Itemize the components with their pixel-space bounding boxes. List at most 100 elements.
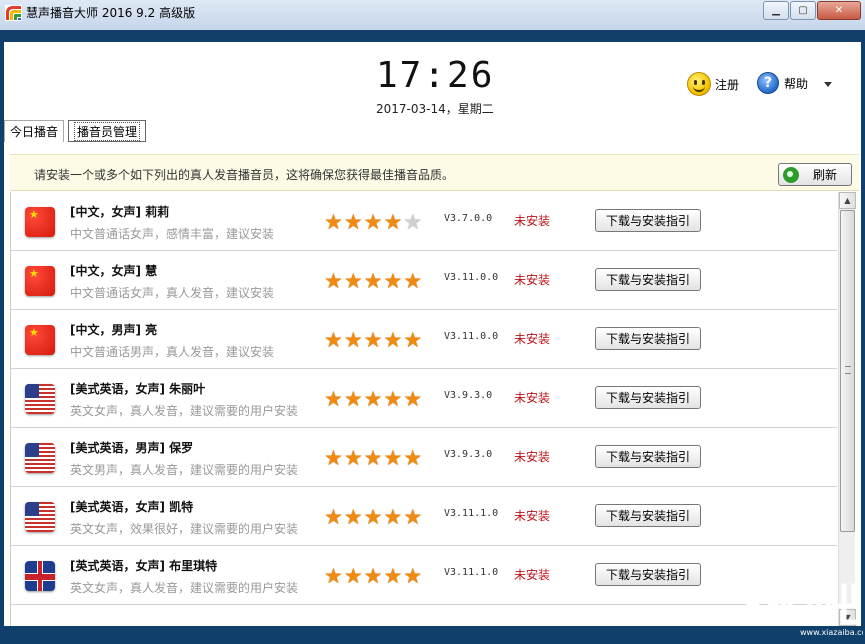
- voice-row: [英式英语，女声] 布里琪特 英文女声，真人发音，建议需要的用户安装 ★★★★★…: [11, 546, 837, 605]
- star-icon: ★: [383, 507, 402, 527]
- rating-stars: ★★★★★: [324, 389, 423, 409]
- voice-name: [中文，女声] 莉莉: [70, 203, 169, 220]
- clock-time: 17:26: [376, 56, 494, 96]
- usa-flag-icon: [25, 502, 55, 532]
- download-guide-button[interactable]: 下载与安装指引: [595, 209, 701, 232]
- star-icon: ★: [383, 566, 402, 586]
- star-icon: ★: [383, 448, 402, 468]
- china-flag-icon: [25, 266, 55, 296]
- voice-version: V3.11.0.0: [444, 331, 498, 342]
- china-flag-icon: [25, 207, 55, 237]
- star-icon: ★: [324, 212, 343, 232]
- star-icon: ★: [344, 271, 363, 291]
- tab-announcer-management[interactable]: 播音员管理: [68, 120, 146, 142]
- app-logo-icon: [5, 5, 22, 21]
- star-icon: ★: [364, 330, 383, 350]
- register-label: 注册: [715, 76, 739, 93]
- rating-stars: ★★★★★: [324, 330, 423, 350]
- china-flag-icon: [25, 325, 55, 355]
- star-icon: ★: [324, 507, 343, 527]
- download-guide-button[interactable]: 下载与安装指引: [595, 445, 701, 468]
- voice-row: [美式英语，女声] 凯特 英文女声，效果很好，建议需要的用户安装 ★★★★★ V…: [11, 487, 837, 546]
- rating-stars: ★★★★★: [324, 507, 423, 527]
- maximize-icon: ▢: [798, 5, 807, 16]
- voice-list: [中文，女声] 莉莉 中文普通话女声，感情丰富，建议安装 ★★★★★ V3.7.…: [10, 192, 837, 626]
- usa-flag-icon: [25, 443, 55, 473]
- download-guide-button[interactable]: 下载与安装指引: [595, 327, 701, 350]
- star-icon: ★: [344, 566, 363, 586]
- download-guide-button[interactable]: 下载与安装指引: [595, 386, 701, 409]
- star-icon: ★: [344, 330, 363, 350]
- maximize-button[interactable]: ▢: [790, 1, 816, 20]
- star-icon: ★: [403, 271, 422, 291]
- install-status: 未安装: [514, 389, 550, 406]
- voice-description: 英文男声，真人发音，建议需要的用户安装: [70, 461, 298, 478]
- voice-name: [中文，男声] 亮: [70, 321, 157, 338]
- star-icon: ★: [364, 507, 383, 527]
- watermark-url: www.xiazaiba.com: [800, 628, 863, 637]
- voice-row: [中文，男声] 亮 中文普通话男声，真人发音，建议安装 ★★★★★ V3.11.…: [11, 310, 837, 369]
- install-status: 未安装: [514, 212, 550, 229]
- help-label: 帮助: [784, 75, 808, 92]
- voice-description: 英文女声，效果很好，建议需要的用户安装: [70, 520, 298, 537]
- star-icon: ★: [324, 448, 343, 468]
- star-icon: ★: [344, 448, 363, 468]
- download-guide-button[interactable]: 下载与安装指引: [595, 504, 701, 527]
- usa-flag-icon: [25, 384, 55, 414]
- star-icon: ★: [383, 212, 402, 232]
- star-icon: ★: [403, 507, 422, 527]
- tab-bar: 今日播音 播音员管理: [4, 120, 150, 144]
- help-button[interactable]: ? 帮助: [757, 72, 808, 94]
- smiley-icon: [687, 72, 711, 96]
- refresh-label: 刷新: [813, 166, 837, 183]
- close-button[interactable]: ✕: [817, 1, 861, 20]
- chevron-down-icon[interactable]: [824, 82, 832, 87]
- voice-row: [中文，女声] 慧 中文普通话女声，真人发音，建议安装 ★★★★★ V3.11.…: [11, 251, 837, 310]
- star-icon: ★: [364, 212, 383, 232]
- star-icon: ★: [364, 566, 383, 586]
- tab-today[interactable]: 今日播音: [4, 120, 64, 142]
- voice-name: [英式英语，女声] 布里琪特: [70, 557, 217, 574]
- install-notice: 请安装一个或多个如下列出的真人发音播音员，这将确保您获得最佳播音品质。 刷新: [10, 154, 859, 191]
- star-icon: ★: [364, 389, 383, 409]
- install-status: 未安装: [514, 271, 550, 288]
- star-icon: ★: [344, 212, 363, 232]
- star-icon: ★: [383, 330, 402, 350]
- star-icon: ★: [383, 271, 402, 291]
- voice-description: 英文女声，真人发音，建议需要的用户安装: [70, 402, 298, 419]
- voice-version: V3.9.3.0: [444, 449, 492, 460]
- star-icon: ★: [344, 507, 363, 527]
- star-icon: ★: [403, 330, 422, 350]
- star-icon: ★: [403, 448, 422, 468]
- refresh-icon: [783, 167, 799, 183]
- minimize-icon: ▁: [772, 5, 780, 16]
- title-band: [0, 30, 865, 42]
- star-icon: ★: [344, 389, 363, 409]
- window-title: 慧声播音大师 2016 9.2 高级版: [26, 4, 195, 22]
- voice-name: [中文，女声] 慧: [70, 262, 157, 279]
- star-icon: ★: [403, 389, 422, 409]
- install-status: 未安装: [514, 330, 550, 347]
- download-guide-button[interactable]: 下载与安装指引: [595, 563, 701, 586]
- voice-name: [美式英语，女声] 凯特: [70, 498, 193, 515]
- voice-description: 英文女声，真人发音，建议需要的用户安装: [70, 579, 298, 596]
- voice-version: V3.11.0.0: [444, 272, 498, 283]
- refresh-button[interactable]: 刷新: [778, 163, 852, 186]
- rating-stars: ★★★★★: [324, 271, 423, 291]
- minimize-button[interactable]: ▁: [763, 1, 789, 20]
- star-icon: ★: [324, 566, 343, 586]
- scroll-up-button[interactable]: ▲: [839, 192, 856, 209]
- voice-description: 中文普通话男声，真人发音，建议安装: [70, 343, 274, 360]
- voice-version: V3.9.3.0: [444, 390, 492, 401]
- voice-row: [中文，女声] 莉莉 中文普通话女声，感情丰富，建议安装 ★★★★★ V3.7.…: [11, 192, 837, 251]
- scrollbar[interactable]: ▲ ▼: [838, 192, 855, 626]
- register-button[interactable]: 注册: [687, 72, 739, 96]
- rating-stars: ★★★★★: [324, 566, 423, 586]
- scroll-thumb[interactable]: [840, 210, 855, 532]
- voice-description: 中文普通话女声，感情丰富，建议安装: [70, 225, 274, 242]
- scroll-down-button[interactable]: ▼: [839, 609, 856, 626]
- voice-version: V3.11.1.0: [444, 508, 498, 519]
- voice-name: [美式英语，男声] 保罗: [70, 439, 193, 456]
- download-guide-button[interactable]: 下载与安装指引: [595, 268, 701, 291]
- star-icon: ★: [383, 389, 402, 409]
